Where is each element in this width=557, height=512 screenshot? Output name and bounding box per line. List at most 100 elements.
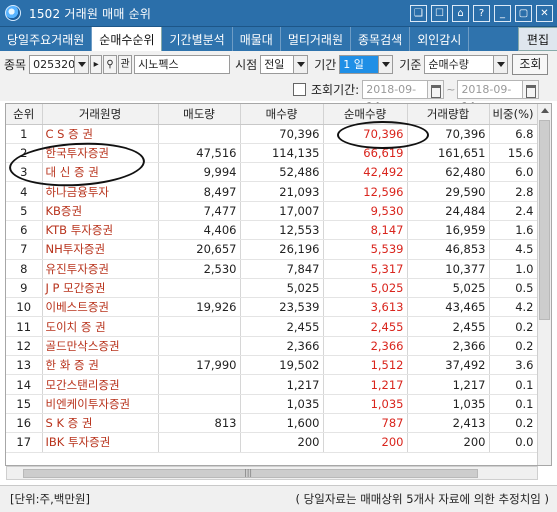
- search-icon[interactable]: ⚲: [103, 54, 118, 74]
- cell-total-volume: 200: [407, 432, 490, 453]
- cell-share: 0.2: [489, 316, 538, 337]
- table-row[interactable]: 5 KB증권 7,477 17,007 9,530 24,484 2.4: [6, 201, 538, 221]
- table-row[interactable]: 7 NH투자증권 20,657 26,196 5,539 46,853 4.5: [6, 239, 538, 260]
- table-row[interactable]: 2 한국투자증권 47,516 114,135 66,619 161,651 15.6: [6, 143, 538, 164]
- cell-net-buy: 787: [323, 413, 408, 434]
- unit-note: [단위:주,백만원]: [10, 492, 90, 506]
- date-filter-checkbox[interactable]: [293, 82, 306, 96]
- cell-sell-qty: 4,406: [158, 220, 241, 241]
- cell-net-buy: 70,396: [323, 124, 408, 144]
- tab-period-analysis[interactable]: 기간별분석: [162, 27, 233, 51]
- cell-total-volume: 2,413: [407, 413, 490, 434]
- cell-total-volume: 43,465: [407, 297, 490, 318]
- cell-broker: 대 신 증 권: [42, 162, 159, 183]
- cell-rank: 15: [6, 394, 43, 414]
- window-icon[interactable]: ☐: [431, 5, 448, 22]
- minimize-icon[interactable]: _: [494, 5, 511, 22]
- end-calendar-icon[interactable]: [523, 79, 540, 99]
- home-icon[interactable]: ⌂: [452, 5, 469, 22]
- vertical-scrollbar[interactable]: [537, 104, 551, 465]
- table-row[interactable]: 9J P 모간증권 5,025 5,025 5,025 0.5: [6, 278, 538, 299]
- tab-stock-search[interactable]: 종목검색: [351, 27, 411, 51]
- cell-broker: 한국투자증권: [42, 143, 159, 164]
- cell-buy-qty: 2,455: [240, 316, 324, 337]
- help-icon[interactable]: ?: [473, 5, 490, 22]
- stock-code-dropdown[interactable]: [75, 54, 90, 74]
- cell-rank: 11: [6, 316, 43, 337]
- col-broker[interactable]: 거래원명: [42, 104, 159, 125]
- horizontal-scrollbar[interactable]: |||: [6, 466, 538, 480]
- cell-total-volume: 10,377: [407, 259, 490, 279]
- table-row[interactable]: 17 IBK 투자증권 200 200 200 0.0: [6, 432, 538, 453]
- stock-code-input[interactable]: 025320: [29, 54, 76, 74]
- cell-broker: S K 증 권: [42, 413, 159, 434]
- period-dropdown[interactable]: [379, 54, 394, 74]
- related-button[interactable]: 관: [118, 54, 133, 74]
- cell-net-buy: 200: [323, 432, 408, 453]
- cell-broker: 골드만삭스증권: [42, 336, 159, 357]
- table-row[interactable]: 4 하나금융투자 8,497 21,093 12,596 29,590 2.8: [6, 181, 538, 202]
- table-row[interactable]: 16 S K 증 권 813 1,600 787 2,413 0.2: [6, 413, 538, 434]
- cell-rank: 10: [6, 297, 43, 318]
- vertical-scroll-thumb[interactable]: [539, 120, 550, 320]
- cell-share: 3.6: [489, 355, 538, 376]
- col-net-buy[interactable]: 순매수량: [323, 104, 408, 125]
- tab-foreign-watch[interactable]: 외인감시: [410, 27, 470, 51]
- cell-sell-qty: 47,516: [158, 143, 241, 164]
- cell-broker: 하나금융투자: [42, 181, 159, 202]
- cell-share: 4.2: [489, 297, 538, 318]
- time-select[interactable]: 전일: [260, 54, 295, 74]
- cell-share: 0.1: [489, 374, 538, 395]
- cell-share: 2.8: [489, 181, 538, 202]
- time-dropdown[interactable]: [294, 54, 309, 74]
- tab-net-buy-rank[interactable]: 순매수순위: [92, 27, 163, 51]
- cell-broker: 모간스탠리증권: [42, 374, 159, 395]
- table-row[interactable]: 15 비엔케이투자증권 1,035 1,035 1,035 0.1: [6, 394, 538, 414]
- cell-broker: KB증권: [42, 201, 159, 221]
- scroll-up-icon[interactable]: [538, 104, 551, 118]
- start-date-input[interactable]: 2018-09-14: [362, 79, 429, 113]
- col-share[interactable]: 비중(%): [489, 104, 538, 125]
- table-row[interactable]: 6 KTB 투자증권 4,406 12,553 8,147 16,959 1.6: [6, 220, 538, 241]
- link-icon[interactable]: ❑: [410, 5, 427, 22]
- table-row[interactable]: 8 유진투자증권 2,530 7,847 5,317 10,377 1.0: [6, 259, 538, 279]
- cell-buy-qty: 7,847: [240, 259, 324, 279]
- next-stock-icon[interactable]: ▸: [90, 54, 103, 74]
- tab-volume-profile[interactable]: 매물대: [233, 27, 281, 51]
- query-button[interactable]: 조회: [512, 53, 549, 75]
- broker-ranking-table: 순위 거래원명 매도량 매수량 순매수량 거래량합 비중(%) 1C S 증 권…: [5, 103, 552, 466]
- end-date-input[interactable]: 2018-09-14: [457, 79, 524, 113]
- cell-net-buy: 12,596: [323, 181, 408, 202]
- tab-multi-broker[interactable]: 멀티거래원: [281, 27, 352, 51]
- period-select[interactable]: 1 일: [339, 54, 380, 74]
- table-row[interactable]: 11 도이치 증 권 2,455 2,455 2,455 0.2: [6, 316, 538, 337]
- table-row[interactable]: 14 모간스탠리증권 1,217 1,217 1,217 0.1: [6, 374, 538, 395]
- stock-name-field[interactable]: 시노펙스: [134, 54, 231, 74]
- scroll-grip-icon: |||: [244, 468, 253, 477]
- cell-rank: 14: [6, 374, 43, 395]
- table-row[interactable]: 12 골드만삭스증권 2,366 2,366 2,366 0.2: [6, 336, 538, 357]
- table-row[interactable]: 1C S 증 권 70,396 70,396 70,396 6.8: [6, 124, 538, 144]
- table-row[interactable]: 13 한 화 증 권 17,990 19,502 1,512 37,492 3.6: [6, 355, 538, 376]
- col-rank[interactable]: 순위: [6, 104, 43, 125]
- col-sell-qty[interactable]: 매도량: [158, 104, 241, 125]
- cell-net-buy: 8,147: [323, 220, 408, 241]
- maximize-icon[interactable]: ▢: [515, 5, 532, 22]
- window-controls: ❑ ☐ ⌂ ? _ ▢ ✕: [410, 5, 553, 22]
- col-buy-qty[interactable]: 매수량: [240, 104, 324, 125]
- cell-rank: 8: [6, 259, 43, 279]
- cell-broker: 한 화 증 권: [42, 355, 159, 376]
- date-filter-row: 조회기간: 2018-09-14 ~ 2018-09-14: [0, 77, 557, 113]
- close-icon[interactable]: ✕: [536, 5, 553, 22]
- cell-buy-qty: 21,093: [240, 181, 324, 202]
- table-row[interactable]: 3대 신 증 권 9,994 52,486 42,492 62,480 6.0: [6, 162, 538, 183]
- edit-button[interactable]: 편집: [517, 27, 557, 51]
- basis-dropdown[interactable]: [494, 54, 509, 74]
- table-row[interactable]: 10 이베스트증권 19,926 23,539 3,613 43,465 4.2: [6, 297, 538, 318]
- tab-daily-major[interactable]: 당일주요거래원: [0, 27, 93, 51]
- basis-select[interactable]: 순매수량: [424, 54, 495, 74]
- cell-sell-qty: 20,657: [158, 239, 241, 260]
- cell-sell-qty: 9,994: [158, 162, 241, 183]
- start-calendar-icon[interactable]: [428, 79, 445, 99]
- col-total-volume[interactable]: 거래량합: [407, 104, 490, 125]
